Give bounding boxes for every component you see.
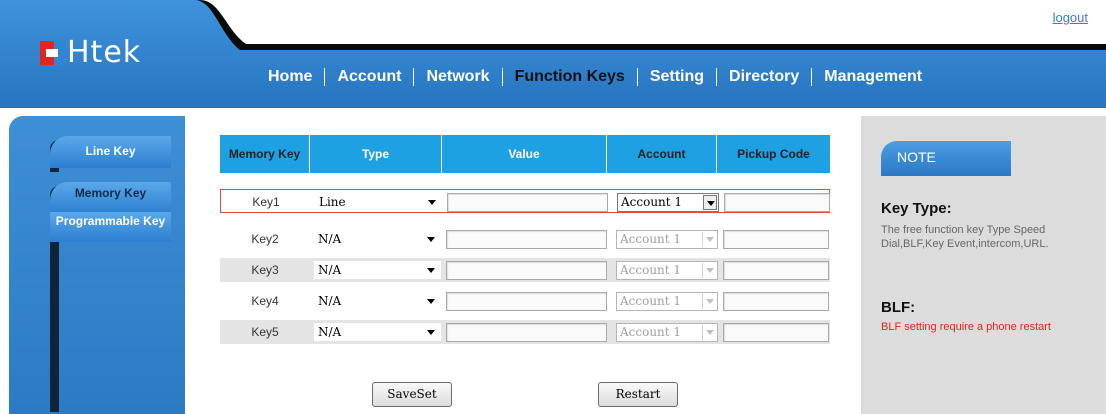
- account-select: Account 1: [616, 292, 718, 311]
- account-value: Account 1: [620, 294, 682, 308]
- account-value: Account 1: [621, 195, 683, 209]
- sidebar-item-label: Line Key: [85, 144, 136, 158]
- type-value: N/A: [318, 325, 342, 339]
- key-label: Key4: [251, 294, 279, 308]
- nav-account[interactable]: Account: [337, 66, 401, 88]
- sidebar: Line Key Memory Key Programmable Key: [9, 116, 185, 414]
- header-memory-key: Memory Key: [220, 135, 310, 173]
- chevron-down-icon: [427, 237, 435, 242]
- nav-home[interactable]: Home: [268, 66, 312, 88]
- type-value: N/A: [318, 263, 342, 277]
- logout-link[interactable]: logout: [1053, 10, 1088, 25]
- sidebar-item-label: Memory Key: [74, 186, 147, 200]
- nav-divider: [413, 68, 415, 86]
- table-row: Key1 Line Account 1: [220, 189, 830, 213]
- header-bar: logout Htek Home Account Network Functio…: [0, 0, 1106, 108]
- type-select[interactable]: N/A: [314, 261, 441, 279]
- note-panel: NOTE Key Type: The free function key Typ…: [861, 116, 1106, 414]
- sidebar-item-programmable-key[interactable]: Programmable Key: [50, 212, 171, 242]
- type-select[interactable]: N/A: [314, 292, 441, 310]
- key-type-heading: Key Type:: [881, 200, 952, 217]
- key-label: Key3: [251, 263, 279, 277]
- main-content: Memory Key Type Value Account Pickup Cod…: [185, 116, 861, 414]
- table-row: Key2 N/A Account 1: [220, 227, 830, 251]
- main-nav: Home Account Network Function Keys Setti…: [268, 66, 922, 88]
- account-value: Account 1: [620, 325, 682, 339]
- type-select[interactable]: N/A: [314, 323, 441, 341]
- key-label: Key5: [251, 325, 279, 339]
- nav-divider: [811, 68, 813, 86]
- header-background: [0, 0, 1106, 108]
- chevron-down-icon: [427, 330, 435, 335]
- sidebar-tab-shadow: [50, 212, 59, 412]
- chevron-down-icon: [428, 200, 436, 205]
- nav-setting[interactable]: Setting: [650, 66, 704, 88]
- pickup-code-input[interactable]: [723, 261, 829, 280]
- restart-button[interactable]: Restart: [598, 382, 678, 407]
- nav-divider: [716, 68, 718, 86]
- header-account: Account: [607, 135, 717, 173]
- table-row: Key3 N/A Account 1: [220, 258, 830, 282]
- table-row: Key5 N/A Account 1: [220, 320, 830, 344]
- nav-directory[interactable]: Directory: [729, 66, 799, 88]
- pickup-code-input[interactable]: [723, 292, 829, 311]
- htek-logo: Htek: [40, 36, 141, 70]
- nav-divider: [324, 68, 326, 86]
- chevron-down-icon: [427, 299, 435, 304]
- chevron-down-icon: [702, 294, 716, 309]
- blf-warning: BLF setting require a phone restart: [881, 321, 1051, 333]
- chevron-down-icon: [702, 325, 716, 340]
- logo-text: Htek: [67, 35, 142, 70]
- key-type-description: The free function key Type Speed Dial,BL…: [881, 224, 1049, 250]
- account-value: Account 1: [620, 263, 682, 277]
- logo-mark: [40, 41, 66, 65]
- table-header-row: Memory Key Type Value Account Pickup Cod…: [220, 135, 830, 173]
- pickup-code-input[interactable]: [723, 323, 829, 342]
- value-input[interactable]: [446, 230, 607, 249]
- nav-function-keys[interactable]: Function Keys: [515, 66, 625, 88]
- memory-key-table: Memory Key Type Value Account Pickup Cod…: [220, 135, 830, 173]
- type-select[interactable]: N/A: [314, 230, 441, 248]
- value-input[interactable]: [446, 292, 607, 311]
- chevron-down-icon: [702, 232, 716, 247]
- nav-divider: [501, 68, 503, 86]
- header-value: Value: [442, 135, 607, 173]
- account-select: Account 1: [616, 323, 718, 342]
- account-select: Account 1: [616, 261, 718, 280]
- chevron-down-icon: [427, 268, 435, 273]
- value-input[interactable]: [446, 261, 607, 280]
- chevron-down-icon: [702, 263, 716, 278]
- nav-divider: [636, 68, 638, 86]
- key-label: Key2: [251, 232, 279, 246]
- chevron-down-icon: [703, 195, 717, 210]
- sidebar-item-label: Programmable Key: [55, 214, 166, 228]
- type-value: N/A: [318, 232, 342, 246]
- type-value: N/A: [318, 294, 342, 308]
- sidebar-item-memory-key[interactable]: Memory Key: [50, 182, 171, 214]
- blf-heading: BLF:: [881, 299, 916, 316]
- header-type: Type: [310, 135, 442, 173]
- account-select[interactable]: Account 1: [617, 193, 719, 212]
- note-tab: NOTE: [881, 141, 1011, 176]
- type-value: Line: [319, 195, 346, 209]
- pickup-code-input[interactable]: [724, 193, 830, 212]
- account-select: Account 1: [616, 230, 718, 249]
- header-pickup-code: Pickup Code: [717, 135, 830, 173]
- key-label: Key1: [252, 195, 280, 209]
- nav-management[interactable]: Management: [824, 66, 922, 88]
- account-value: Account 1: [620, 232, 682, 246]
- sidebar-item-line-key[interactable]: Line Key: [50, 136, 171, 168]
- pickup-code-input[interactable]: [723, 230, 829, 249]
- type-select[interactable]: Line: [315, 193, 442, 211]
- table-row: Key4 N/A Account 1: [220, 289, 830, 313]
- saveset-button[interactable]: SaveSet: [372, 382, 452, 407]
- value-input[interactable]: [446, 323, 607, 342]
- nav-network[interactable]: Network: [426, 66, 489, 88]
- value-input[interactable]: [447, 193, 608, 212]
